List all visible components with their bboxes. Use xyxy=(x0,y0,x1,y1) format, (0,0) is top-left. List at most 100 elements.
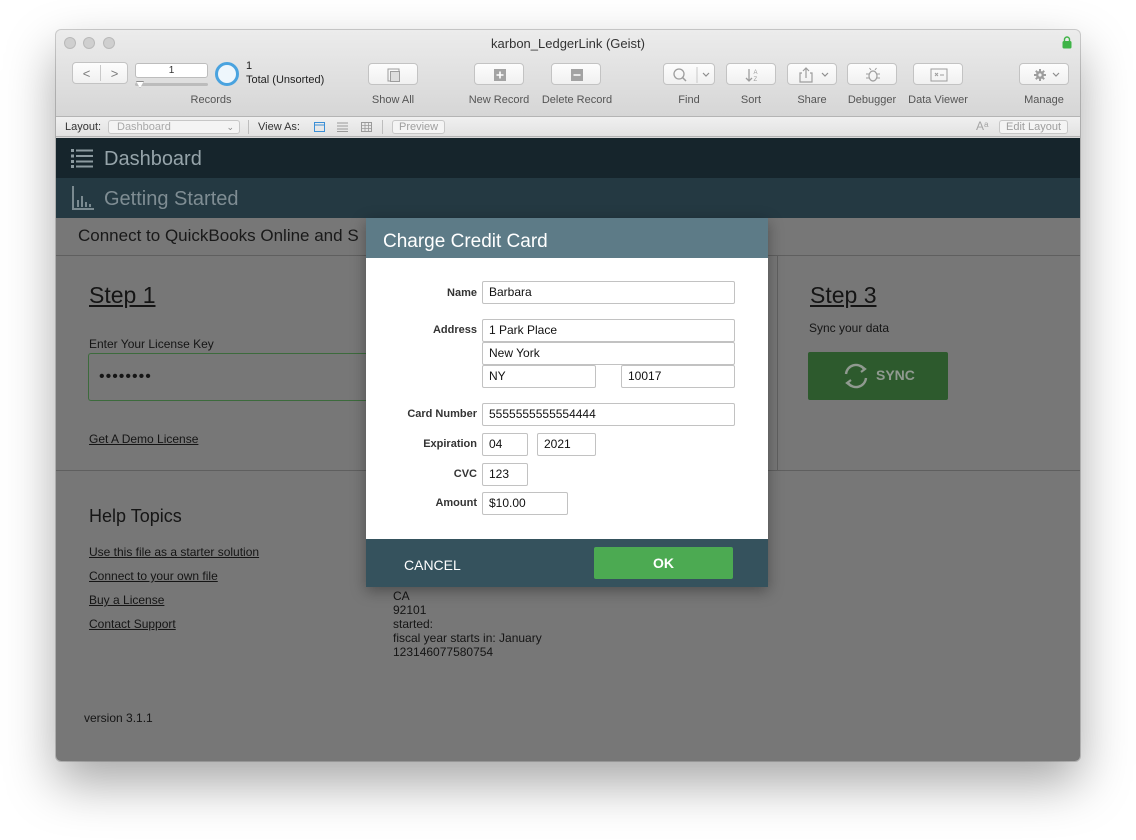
expiration-label: Expiration xyxy=(423,438,477,450)
find-button[interactable] xyxy=(663,63,715,85)
version-text: version 3.1.1 xyxy=(84,711,153,725)
bug-icon xyxy=(866,67,880,82)
debugger-button[interactable] xyxy=(847,63,897,85)
svg-text:A: A xyxy=(754,70,758,76)
license-key-input[interactable]: •••••••• xyxy=(88,353,388,401)
cancel-button[interactable]: CANCEL xyxy=(404,557,461,573)
getting-started-header[interactable]: Getting Started xyxy=(56,178,1080,218)
delete-record-button[interactable] xyxy=(551,63,601,85)
data-viewer-label: Data Viewer xyxy=(908,94,968,106)
company-started: started: xyxy=(393,617,434,631)
form-view-icon[interactable] xyxy=(314,122,325,132)
sort-icon: A Z xyxy=(745,69,758,83)
app-window: karbon_LedgerLink (Geist) < > 1 1 Total … xyxy=(56,30,1080,761)
previous-record-button[interactable]: < xyxy=(73,63,100,83)
step1-title: Step 1 xyxy=(89,282,156,308)
getting-started-title: Getting Started xyxy=(104,188,239,210)
license-key-value: •••••••• xyxy=(99,368,152,385)
records-label: Records xyxy=(190,94,232,106)
find-label: Find xyxy=(678,94,700,106)
magnifier-icon xyxy=(673,67,710,83)
record-slider[interactable] xyxy=(135,83,208,86)
sync-label: SYNC xyxy=(876,367,915,383)
sort-button[interactable]: A Z xyxy=(726,63,776,85)
show-all-label: Show All xyxy=(371,94,415,106)
card-number-label: Card Number xyxy=(407,408,477,420)
card-number-input[interactable]: 5555555555554444 xyxy=(482,403,735,426)
new-record-button[interactable] xyxy=(474,63,524,85)
sync-icon xyxy=(844,363,868,389)
ok-button[interactable]: OK xyxy=(594,547,733,579)
record-number-field[interactable]: 1 xyxy=(135,63,208,78)
manage-button[interactable] xyxy=(1019,63,1069,85)
layout-label: Layout: xyxy=(65,121,102,133)
record-count: 1 xyxy=(246,60,253,72)
table-view-icon[interactable] xyxy=(361,122,372,132)
dashboard-header[interactable]: Dashboard xyxy=(56,138,1080,178)
license-key-label: Enter Your License Key xyxy=(89,337,214,351)
dialog-header: Charge Credit Card xyxy=(366,218,768,258)
dialog-title: Charge Credit Card xyxy=(383,231,548,252)
layout-select[interactable]: Dashboard ⌄ xyxy=(108,120,240,134)
cvc-label: CVC xyxy=(453,468,477,480)
company-zip: 92101 xyxy=(393,603,427,617)
dialog-body: Name Barbara Address 1 Park Place New Yo… xyxy=(366,258,768,539)
minus-icon xyxy=(571,69,583,81)
record-total: Total (Unsorted) xyxy=(246,74,325,86)
layout-select-value: Dashboard xyxy=(117,121,171,133)
layout-bar: Layout: Dashboard ⌄ View As: Preview Aᵃ … xyxy=(56,117,1080,137)
demo-license-link[interactable]: Get A Demo License xyxy=(89,432,198,446)
list-view-icon[interactable] xyxy=(337,122,348,132)
svg-text:Z: Z xyxy=(754,77,758,83)
share-label: Share xyxy=(797,94,827,106)
view-as-label: View As: xyxy=(258,121,300,133)
help-link-support[interactable]: Contact Support xyxy=(89,617,176,631)
exp-month-input[interactable]: 04 xyxy=(482,433,528,456)
divider xyxy=(382,120,383,134)
chevron-down-icon: ⌄ xyxy=(226,122,234,132)
zip-input[interactable]: 10017 xyxy=(621,365,735,388)
show-all-icon xyxy=(387,68,400,82)
dashboard-title: Dashboard xyxy=(104,148,202,170)
manage-label: Manage xyxy=(1024,94,1064,106)
preview-button[interactable]: Preview xyxy=(392,120,446,134)
bar-chart-icon xyxy=(72,186,94,210)
help-link-starter[interactable]: Use this file as a starter solution xyxy=(89,545,259,559)
share-icon xyxy=(799,67,829,83)
divider xyxy=(248,120,249,134)
lock-icon xyxy=(1062,36,1072,49)
connect-heading: Connect to QuickBooks Online and S xyxy=(78,226,359,245)
share-button[interactable] xyxy=(787,63,837,85)
show-all-button[interactable] xyxy=(368,63,418,85)
help-link-own-file[interactable]: Connect to your own file xyxy=(89,569,218,583)
cvc-input[interactable]: 123 xyxy=(482,463,528,486)
city-input[interactable]: New York xyxy=(482,342,735,365)
record-nav-group: < > xyxy=(72,62,128,84)
step3-subtitle: Sync your data xyxy=(809,321,890,335)
debugger-label: Debugger xyxy=(847,94,897,106)
plus-icon xyxy=(494,69,506,81)
fiscal-year-start: fiscal year starts in: January xyxy=(393,631,542,645)
exp-year-input[interactable]: 2021 xyxy=(537,433,596,456)
address-line1-input[interactable]: 1 Park Place xyxy=(482,319,735,342)
gear-icon xyxy=(1034,69,1060,81)
next-record-button[interactable]: > xyxy=(101,63,128,83)
window-title: karbon_LedgerLink (Geist) xyxy=(491,36,645,51)
company-id: 123146077580754 xyxy=(393,645,494,659)
data-viewer-button[interactable] xyxy=(913,63,963,85)
company-state: CA xyxy=(393,589,410,603)
edit-layout-button[interactable]: Edit Layout xyxy=(999,120,1069,134)
record-pie-icon xyxy=(215,62,239,86)
data-viewer-icon xyxy=(930,68,948,82)
title-bar: karbon_LedgerLink (Geist) < > 1 1 Total … xyxy=(56,30,1080,117)
amount-input[interactable]: $10.00 xyxy=(482,492,568,515)
state-input[interactable]: NY xyxy=(482,365,596,388)
list-icon xyxy=(71,149,93,168)
name-input[interactable]: Barbara xyxy=(482,281,735,304)
font-size-icon[interactable]: Aᵃ xyxy=(976,119,988,133)
help-link-buy[interactable]: Buy a License xyxy=(89,593,164,607)
amount-label: Amount xyxy=(435,497,477,509)
sync-button[interactable]: SYNC xyxy=(808,352,948,400)
charge-credit-card-dialog: Charge Credit Card Name Barbara Address … xyxy=(366,218,768,587)
name-label: Name xyxy=(447,287,477,299)
